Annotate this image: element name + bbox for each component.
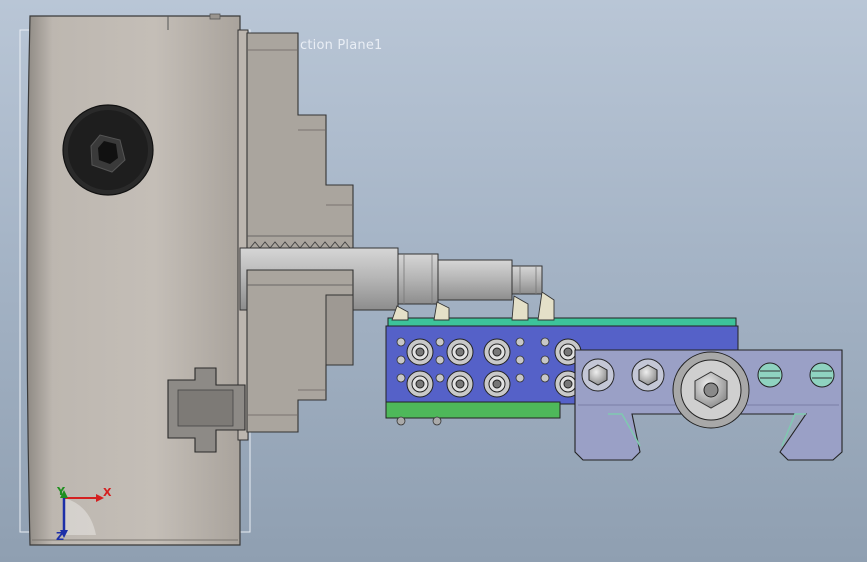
tool-block-base [385, 401, 561, 419]
graphics-viewport[interactable]: ction Plane1 X Y Z [0, 0, 867, 562]
triad-z-label: Z [56, 530, 64, 543]
lower-jaw[interactable] [246, 269, 354, 433]
triad-y-label: Y [57, 485, 65, 498]
chuck-body[interactable] [26, 13, 241, 546]
section-plane-label: ction Plane1 [300, 38, 383, 53]
chuck-key-socket-icon [62, 104, 154, 196]
upper-jaw[interactable] [246, 32, 354, 249]
cad-model-scene[interactable] [0, 0, 867, 562]
triad-x-label: X [103, 486, 112, 499]
